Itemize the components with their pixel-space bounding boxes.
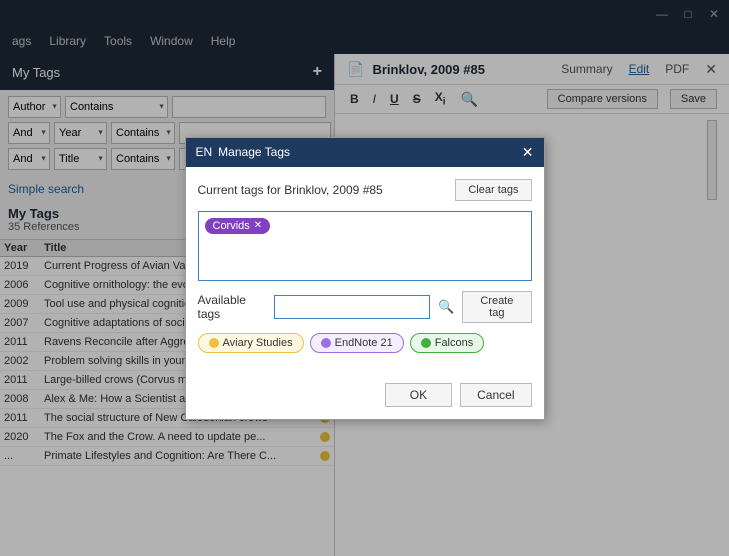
chip-label: EndNote 21 bbox=[335, 337, 393, 349]
chip-label: Aviary Studies bbox=[223, 337, 293, 349]
available-tags-search-input[interactable] bbox=[274, 295, 430, 319]
current-tag-label: Corvids bbox=[213, 220, 250, 232]
chip-color-dot bbox=[209, 338, 219, 348]
ok-button[interactable]: OK bbox=[385, 383, 452, 407]
cancel-button[interactable]: Cancel bbox=[460, 383, 531, 407]
available-search-icon: 🔍 bbox=[438, 299, 454, 315]
available-chip[interactable]: Falcons bbox=[410, 333, 485, 353]
modal-header-icon: EN bbox=[196, 145, 213, 159]
available-tags-chips: Aviary Studies EndNote 21 Falcons bbox=[198, 333, 532, 353]
current-corvids-chip[interactable]: Corvids ✕ bbox=[205, 218, 271, 234]
available-tags-row: Available tags 🔍 Create tag bbox=[198, 291, 532, 323]
clear-tags-button[interactable]: Clear tags bbox=[455, 179, 531, 201]
modal-footer: OK Cancel bbox=[186, 377, 544, 419]
chip-color-dot bbox=[421, 338, 431, 348]
current-tags-label: Current tags for Brinklov, 2009 #85 bbox=[198, 183, 448, 197]
modal-title: Manage Tags bbox=[218, 145, 516, 159]
chip-color-dot bbox=[321, 338, 331, 348]
manage-tags-modal: EN Manage Tags ✕ Current tags for Brinkl… bbox=[185, 137, 545, 420]
modal-current-tags-row: Current tags for Brinklov, 2009 #85 Clea… bbox=[198, 179, 532, 201]
available-chip[interactable]: Aviary Studies bbox=[198, 333, 304, 353]
modal-close-button[interactable]: ✕ bbox=[522, 144, 534, 161]
modal-header: EN Manage Tags ✕ bbox=[186, 138, 544, 167]
modal-overlay: EN Manage Tags ✕ Current tags for Brinkl… bbox=[0, 0, 729, 556]
chip-label: Falcons bbox=[435, 337, 474, 349]
available-tags-label: Available tags bbox=[198, 293, 267, 321]
current-tags-box: Corvids ✕ bbox=[198, 211, 532, 281]
create-tag-button[interactable]: Create tag bbox=[462, 291, 531, 323]
modal-body: Current tags for Brinklov, 2009 #85 Clea… bbox=[186, 167, 544, 377]
available-chip[interactable]: EndNote 21 bbox=[310, 333, 404, 353]
current-tag-remove[interactable]: ✕ bbox=[254, 220, 262, 231]
